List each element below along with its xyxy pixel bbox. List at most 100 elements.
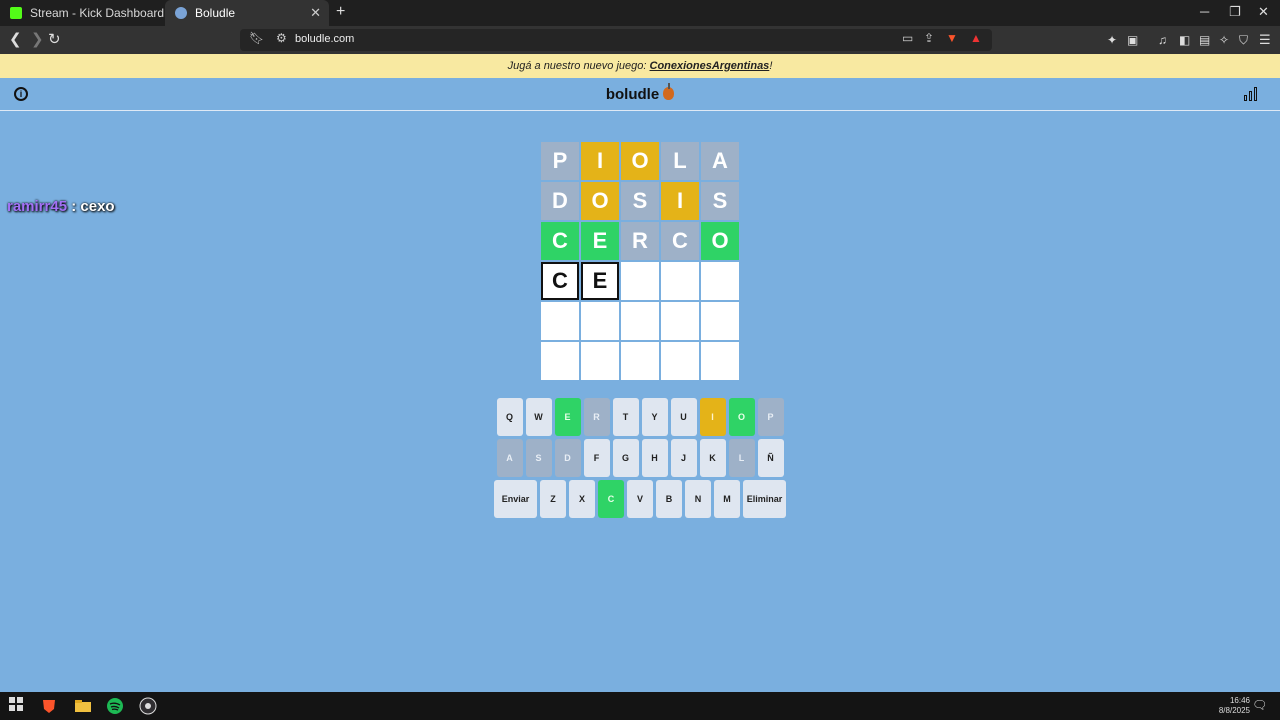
key-n[interactable]: N bbox=[685, 480, 711, 518]
tab-title: Boludle bbox=[195, 6, 236, 20]
board-tile: R bbox=[621, 222, 659, 260]
key-v[interactable]: V bbox=[627, 480, 653, 518]
brave-shields-icon[interactable]: ▼ bbox=[946, 31, 958, 45]
board-tile: E bbox=[581, 262, 619, 300]
minimize-icon[interactable]: ─ bbox=[1200, 4, 1209, 19]
board-row: CERCO bbox=[541, 222, 739, 260]
key-o[interactable]: O bbox=[728, 398, 755, 436]
board-tile bbox=[621, 262, 659, 300]
forward-icon[interactable]: ❯ bbox=[31, 31, 44, 49]
restore-icon[interactable]: ❐ bbox=[1229, 4, 1241, 20]
board-tile: S bbox=[701, 182, 739, 220]
bookmark-icon[interactable]: 🔖︎ bbox=[249, 31, 264, 45]
announcement-text: Jugá a nuestro nuevo juego: bbox=[507, 60, 650, 72]
board-tile bbox=[581, 302, 619, 340]
board-tile bbox=[661, 342, 699, 380]
board-tile: I bbox=[581, 142, 619, 180]
chat-message: cexo bbox=[80, 198, 115, 215]
key-i[interactable]: I bbox=[699, 398, 726, 436]
key-d[interactable]: D bbox=[554, 439, 581, 477]
board-row: CE bbox=[541, 262, 739, 300]
board-tile bbox=[701, 342, 739, 380]
key-g[interactable]: G bbox=[612, 439, 639, 477]
enter-key[interactable]: Enviar bbox=[494, 480, 537, 518]
tab-search-icon[interactable]: ▣ bbox=[1127, 31, 1138, 49]
leo-ai-icon[interactable]: ✧ bbox=[1219, 31, 1229, 49]
board-tile: O bbox=[621, 142, 659, 180]
announcement-suffix: ! bbox=[769, 60, 773, 72]
key-j[interactable]: J bbox=[670, 439, 697, 477]
cast-icon[interactable]: ▭ bbox=[902, 31, 913, 45]
on-screen-keyboard: Q W E R T Y U I O P A S D F G H J K L Ñ Enviar Z X C V B N M Elimina… bbox=[0, 398, 1280, 521]
key-c[interactable]: C bbox=[598, 480, 624, 518]
spotify-icon[interactable] bbox=[106, 697, 124, 715]
keyboard-row: ASDFGHJKLÑ bbox=[0, 439, 1280, 477]
key-ñ[interactable]: Ñ bbox=[757, 439, 784, 477]
clock-date: 8/8/2025 bbox=[1218, 706, 1250, 715]
key-b[interactable]: B bbox=[656, 480, 682, 518]
brave-browser-icon[interactable] bbox=[40, 697, 58, 715]
key-w[interactable]: W bbox=[525, 398, 552, 436]
key-h[interactable]: H bbox=[641, 439, 668, 477]
board-row: DOSIS bbox=[541, 182, 739, 220]
address-bar[interactable]: 🔖︎ ⚙︎ boludle.com ▭ ⇪ ▼ ▲ bbox=[240, 29, 992, 51]
delete-key[interactable]: Eliminar bbox=[743, 480, 786, 518]
system-clock[interactable]: 16:46 8/8/2025 bbox=[1219, 696, 1250, 716]
key-q[interactable]: Q bbox=[496, 398, 523, 436]
key-s[interactable]: S bbox=[525, 439, 552, 477]
site-info-icon[interactable]: ⚙︎ bbox=[276, 31, 287, 45]
close-tab-icon[interactable]: ✕ bbox=[310, 5, 321, 21]
back-icon[interactable]: ❮ bbox=[9, 31, 22, 49]
key-x[interactable]: X bbox=[569, 480, 595, 518]
notifications-icon[interactable]: 🗨︎ bbox=[1252, 698, 1270, 716]
keyboard-row: Enviar Z X C V B N M Eliminar bbox=[0, 480, 1280, 518]
key-k[interactable]: K bbox=[699, 439, 726, 477]
announcement-link[interactable]: ConexionesArgentinas bbox=[650, 60, 770, 72]
game-header: i boludle bbox=[0, 78, 1280, 111]
key-u[interactable]: U bbox=[670, 398, 697, 436]
key-z[interactable]: Z bbox=[540, 480, 566, 518]
vpn-icon[interactable]: ⛉ bbox=[1239, 31, 1248, 49]
board-tile: O bbox=[581, 182, 619, 220]
board-tile: C bbox=[541, 262, 579, 300]
key-p[interactable]: P bbox=[757, 398, 784, 436]
reload-icon[interactable]: ↻ bbox=[48, 31, 61, 49]
menu-icon[interactable]: ☰ bbox=[1259, 31, 1271, 49]
tab-title: Stream - Kick Dashboard bbox=[30, 6, 165, 20]
sidebar-icon[interactable]: ◧ bbox=[1179, 31, 1190, 49]
wallet-icon[interactable]: ▤ bbox=[1199, 31, 1210, 49]
file-explorer-icon[interactable] bbox=[74, 697, 92, 715]
keyboard-row: QWERTYUIOP bbox=[0, 398, 1280, 436]
brave-rewards-icon[interactable]: ▲ bbox=[970, 31, 982, 45]
board-tile: E bbox=[581, 222, 619, 260]
chat-overlay: ramirr45 : cexo bbox=[7, 198, 115, 215]
key-y[interactable]: Y bbox=[641, 398, 668, 436]
key-l[interactable]: L bbox=[728, 439, 755, 477]
windows-taskbar: 16:46 8/8/2025 🗨︎ bbox=[0, 692, 1280, 720]
tab-kick-dashboard[interactable]: Stream - Kick Dashboard bbox=[0, 0, 165, 26]
windows-start-icon[interactable] bbox=[9, 697, 27, 715]
board-tile bbox=[661, 302, 699, 340]
board-tile: A bbox=[701, 142, 739, 180]
key-r[interactable]: R bbox=[583, 398, 610, 436]
media-icon[interactable]: ♫ bbox=[1158, 31, 1167, 49]
key-e[interactable]: E bbox=[554, 398, 581, 436]
board-tile: I bbox=[661, 182, 699, 220]
new-tab-button[interactable]: + bbox=[336, 3, 345, 21]
share-icon[interactable]: ⇪ bbox=[924, 31, 934, 45]
stats-icon[interactable] bbox=[1244, 87, 1258, 101]
key-f[interactable]: F bbox=[583, 439, 610, 477]
board-tile bbox=[621, 342, 659, 380]
key-t[interactable]: T bbox=[612, 398, 639, 436]
board-tile: S bbox=[621, 182, 659, 220]
board-tile bbox=[701, 302, 739, 340]
clock-time: 16:46 bbox=[1229, 696, 1250, 705]
extensions-icon[interactable]: ✦ bbox=[1107, 31, 1117, 49]
board-tile: D bbox=[541, 182, 579, 220]
window-close-icon[interactable]: ✕ bbox=[1258, 4, 1269, 20]
game-board: PIOLADOSISCERCOCE bbox=[541, 142, 739, 382]
key-a[interactable]: A bbox=[496, 439, 523, 477]
key-m[interactable]: M bbox=[714, 480, 740, 518]
tab-boludle[interactable]: Boludle ✕ bbox=[165, 0, 329, 26]
obs-icon[interactable] bbox=[139, 697, 157, 715]
